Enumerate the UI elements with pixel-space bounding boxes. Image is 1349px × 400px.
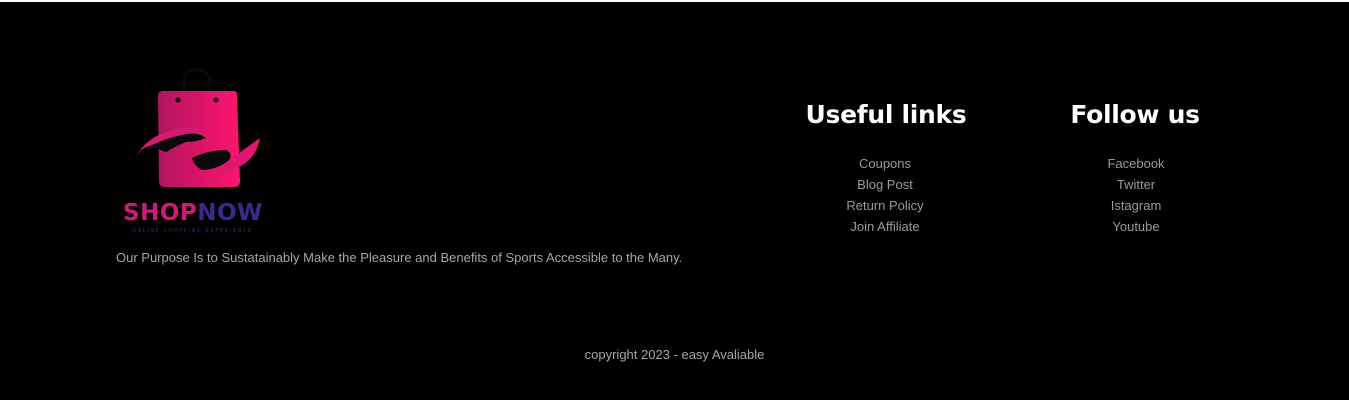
list-item: Facebook [1011,153,1261,174]
twitter-link[interactable]: Twitter [1117,177,1155,192]
list-item: Blog Post [760,174,1010,195]
youtube-link[interactable]: Youtube [1112,219,1159,234]
brand-name-shop: SHOP [123,200,198,226]
shopping-bag-hands-icon [135,68,260,187]
brand-name: SHOPNOW [123,200,263,226]
site-footer: SHOPNOW ONLINE SHOPPING EXPERIENCE Our P… [0,2,1349,400]
return-policy-link[interactable]: Return Policy [846,198,923,213]
list-item: Return Policy [760,195,1010,216]
brand-logo[interactable]: SHOPNOW ONLINE SHOPPING EXPERIENCE [116,66,276,241]
blog-post-link[interactable]: Blog Post [857,177,913,192]
follow-us-heading: Follow us [1070,100,1200,129]
social-links-list: Facebook Twitter Istagram Youtube [1011,153,1261,237]
useful-links-heading: Useful links [805,100,967,129]
follow-us-column: Follow us Facebook Twitter Istagram Yout… [1010,98,1260,234]
brand-tagline: ONLINE SHOPPING EXPERIENCE [132,228,253,234]
list-item: Youtube [1011,216,1261,237]
useful-links-list: Coupons Blog Post Return Policy Join Aff… [760,153,1010,237]
join-affiliate-link[interactable]: Join Affiliate [850,219,919,234]
coupons-link[interactable]: Coupons [859,156,911,171]
list-item: Join Affiliate [760,216,1010,237]
useful-links-column: Useful links Coupons Blog Post Return Po… [761,98,1011,234]
instagram-link[interactable]: Istagram [1111,198,1162,213]
list-item: Twitter [1011,174,1261,195]
copyright-text: copyright 2023 - easy Avaliable [584,347,765,362]
brand-purpose-text: Our Purpose Is to Sustatainably Make the… [116,250,683,265]
list-item: Istagram [1011,195,1261,216]
brand-name-now: NOW [197,200,263,226]
facebook-link[interactable]: Facebook [1107,156,1164,171]
list-item: Coupons [760,153,1010,174]
